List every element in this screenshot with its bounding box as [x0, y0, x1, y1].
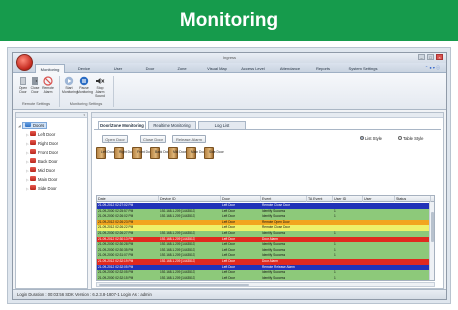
door-left-label: Left Door: [101, 150, 115, 154]
tab-system-settings[interactable]: System Settings: [343, 64, 383, 73]
door-open-icon: [20, 77, 26, 85]
ribbon-tab-bar: Monitoring Device User Door Zone Visual …: [13, 63, 446, 73]
tab-door-zone-monitoring[interactable]: Door/Zone Monitoring: [98, 121, 146, 129]
remote-settings-group-label: Remote Settings: [21, 102, 51, 106]
speaker-mute-icon: [96, 78, 105, 84]
table-style-radio[interactable]: Table Style: [398, 135, 423, 141]
alarm-off-icon: [43, 76, 53, 86]
column-header-status[interactable]: Status: [395, 196, 431, 202]
window-controls: – □ ×: [418, 54, 443, 60]
play-icon: [64, 76, 74, 86]
maximize-button[interactable]: □: [427, 54, 434, 60]
app-window: Ingress – □ × Monitoring Device User Doo…: [12, 52, 447, 300]
event-log-grid: Date Device ID Door Event TA Event User …: [96, 195, 435, 281]
title-bar: Ingress – □ ×: [13, 53, 446, 63]
monitoring-settings-group-label: Monitoring Settings: [69, 102, 103, 106]
tab-access-level[interactable]: Access Level: [237, 64, 269, 73]
close-door-action-button[interactable]: Close Door: [140, 135, 166, 143]
tree-item-left-door[interactable]: ▷ Left Door: [18, 130, 87, 139]
door-icon: [30, 167, 36, 173]
tab-device[interactable]: Device: [73, 64, 95, 73]
door-icon: [30, 149, 36, 155]
table-cell-user-id: 1: [334, 275, 336, 280]
table-row[interactable]: 21-09-2000 02:32:15 PM 192.168.1.209 [144…: [97, 275, 434, 280]
table-cell-device: 192.168.1.209 [1443513]: [160, 275, 196, 280]
open-door-action-button[interactable]: Open Door: [102, 135, 128, 143]
column-header-door[interactable]: Door: [221, 196, 261, 202]
tree-item-side-door[interactable]: ▷ Side Door: [18, 184, 87, 193]
panel-header: [92, 113, 443, 118]
tab-user[interactable]: User: [109, 64, 127, 73]
tab-reports[interactable]: Reports: [311, 64, 335, 73]
remote-alarm-button[interactable]: Remote Alarm: [41, 76, 55, 95]
tab-divider: [94, 129, 441, 130]
column-header-date[interactable]: Date: [97, 196, 159, 202]
screenshot-frame: Ingress – □ × Monitoring Device User Doo…: [7, 47, 451, 304]
scroll-thumb[interactable]: [431, 212, 434, 242]
ribbon-body: Open Door Close Door Remote Alarm Remote…: [13, 73, 446, 110]
tab-attendance[interactable]: Attendance: [275, 64, 305, 73]
tree-item-right-door[interactable]: ▷ Right Door: [18, 139, 87, 148]
tab-zone[interactable]: Zone: [173, 64, 191, 73]
stop-alarm-sound-button[interactable]: Stop Alarm Sound: [93, 76, 107, 98]
close-button[interactable]: ×: [436, 54, 443, 60]
pause-icon: [79, 76, 89, 86]
close-door-button[interactable]: Close Door: [28, 76, 42, 95]
horizontal-scrollbar[interactable]: [96, 282, 435, 287]
door-icon: [30, 140, 36, 146]
door-icon: [30, 176, 36, 182]
door-side-label: Side Door: [209, 150, 224, 154]
door-icon: [30, 158, 36, 164]
door-tree-panel: ▾ ◢ Doors ▷ Left Door ▷ Right Door ▷ Front D…: [15, 112, 88, 289]
door-icon: [30, 131, 36, 137]
column-header-user-id[interactable]: User ID: [333, 196, 363, 202]
window-title: Ingress: [222, 55, 237, 60]
radio-selected-icon: [360, 135, 364, 140]
scroll-thumb[interactable]: [99, 284, 249, 286]
folder-icon: [25, 122, 31, 128]
tab-realtime-monitoring[interactable]: Realtime Monitoring: [148, 121, 196, 129]
table-cell-event: Identify Success: [262, 275, 286, 280]
minimize-button[interactable]: –: [418, 54, 425, 60]
help-icon[interactable]: ⌃ ● ▾ ⓘ: [425, 65, 440, 71]
tree-item-front-door[interactable]: ▷ Front Door: [18, 148, 87, 157]
tree-item-main-door[interactable]: ▷ Main Door: [18, 175, 87, 184]
radio-unselected-icon: [398, 135, 402, 140]
monitoring-main-panel: Door/Zone Monitoring Realtime Monitoring…: [91, 112, 444, 289]
door-closed-icon: [32, 77, 38, 85]
ribbon-separator: [113, 76, 114, 107]
list-style-radio[interactable]: List Style: [360, 135, 382, 141]
column-header-user[interactable]: User: [363, 196, 395, 202]
tree-root-doors[interactable]: ◢ Doors: [18, 121, 87, 130]
tab-visual-map[interactable]: Visual Map: [203, 64, 231, 73]
column-header-ta-event[interactable]: TA Event: [307, 196, 333, 202]
column-header-event[interactable]: Event: [261, 196, 307, 202]
tree-item-mid-door[interactable]: ▷ Mid Door: [18, 166, 87, 175]
start-monitoring-button[interactable]: Start Monitoring: [62, 76, 78, 95]
tab-monitoring[interactable]: Monitoring: [35, 64, 65, 73]
door-icon: [30, 185, 36, 191]
tree-item-back-door[interactable]: ▷ Back Door: [18, 157, 87, 166]
vertical-scrollbar[interactable]: [429, 202, 434, 280]
ribbon-separator: [59, 76, 60, 107]
door-mid-label: Mid Door: [173, 150, 187, 154]
release-alarm-button[interactable]: Release Alarm: [172, 135, 206, 143]
banner-title: Monitoring: [0, 0, 458, 41]
status-bar: Login Duration : 00:03:56 SDK Version : …: [13, 289, 446, 299]
table-cell-door: Left Door: [222, 275, 236, 280]
tab-log-list[interactable]: Log List: [198, 121, 246, 129]
table-cell-date: 21-09-2000 02:32:15 PM: [98, 275, 134, 280]
grid-header: Date Device ID Door Event TA Event User …: [97, 196, 434, 202]
tab-door[interactable]: Door: [141, 64, 159, 73]
app-menu-orb-icon[interactable]: [16, 54, 33, 71]
pause-monitoring-button[interactable]: Pause Monitoring: [77, 76, 93, 95]
column-header-device-id[interactable]: Device ID: [159, 196, 221, 202]
